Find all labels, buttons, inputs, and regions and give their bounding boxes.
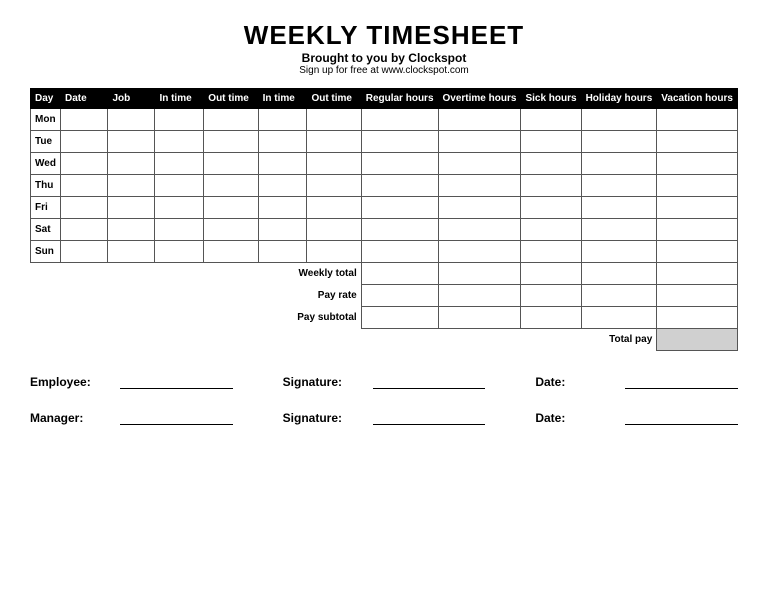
table-row: Fri: [31, 197, 738, 219]
pay-rate-row: Pay rate: [31, 285, 738, 307]
col-vacation-hours: Vacation hours: [657, 89, 738, 109]
employee-signature-line: [373, 371, 486, 389]
manager-line: [120, 407, 233, 425]
timesheet-table: Day Date Job In time Out time In time Ou…: [30, 88, 738, 351]
total-pay-value: [657, 329, 738, 351]
employee-date-label: Date:: [535, 375, 615, 389]
employee-signature-label: Signature:: [283, 375, 363, 389]
day-fri: Fri: [31, 197, 61, 219]
employee-label: Employee:: [30, 375, 110, 389]
total-pay-label: Total pay: [581, 329, 657, 351]
col-holiday-hours: Holiday hours: [581, 89, 657, 109]
table-row: Wed: [31, 153, 738, 175]
col-out-time-1: Out time: [204, 89, 258, 109]
total-pay-row: Total pay: [31, 329, 738, 351]
manager-sig-row: Manager: Signature: Date:: [30, 407, 738, 425]
employee-date-line: [625, 371, 738, 389]
table-row: Sun: [31, 241, 738, 263]
pay-subtotal-label: Pay subtotal: [31, 307, 362, 329]
col-in-time-2: In time: [258, 89, 307, 109]
manager-signature-line: [373, 407, 486, 425]
day-sat: Sat: [31, 219, 61, 241]
col-job: Job: [108, 89, 155, 109]
subtitle: Brought to you by Clockspot: [30, 51, 738, 65]
pay-subtotal-row: Pay subtotal: [31, 307, 738, 329]
day-thu: Thu: [31, 175, 61, 197]
weekly-total-label: Weekly total: [31, 263, 362, 285]
page-title: WEEKLY TIMESHEET: [30, 20, 738, 51]
day-mon: Mon: [31, 109, 61, 131]
col-regular-hours: Regular hours: [361, 89, 438, 109]
col-date: Date: [60, 89, 107, 109]
employee-sig-row: Employee: Signature: Date:: [30, 371, 738, 389]
table-row: Mon: [31, 109, 738, 131]
manager-date-label: Date:: [535, 411, 615, 425]
col-in-time-1: In time: [155, 89, 204, 109]
table-row: Tue: [31, 131, 738, 153]
pay-rate-label: Pay rate: [31, 285, 362, 307]
col-overtime-hours: Overtime hours: [438, 89, 521, 109]
employee-line: [120, 371, 233, 389]
table-row: Sat: [31, 219, 738, 241]
weekly-total-row: Weekly total: [31, 263, 738, 285]
table-header-row: Day Date Job In time Out time In time Ou…: [31, 89, 738, 109]
page-header: WEEKLY TIMESHEET Brought to you by Clock…: [30, 20, 738, 76]
col-out-time-2: Out time: [307, 89, 361, 109]
manager-label: Manager:: [30, 411, 110, 425]
day-wed: Wed: [31, 153, 61, 175]
signatures-section: Employee: Signature: Date: Manager: Sign…: [30, 371, 738, 425]
col-sick-hours: Sick hours: [521, 89, 581, 109]
col-day: Day: [31, 89, 61, 109]
manager-signature-label: Signature:: [283, 411, 363, 425]
day-tue: Tue: [31, 131, 61, 153]
sub-subtitle: Sign up for free at www.clockspot.com: [30, 65, 738, 76]
day-sun: Sun: [31, 241, 61, 263]
manager-date-line: [625, 407, 738, 425]
table-row: Thu: [31, 175, 738, 197]
